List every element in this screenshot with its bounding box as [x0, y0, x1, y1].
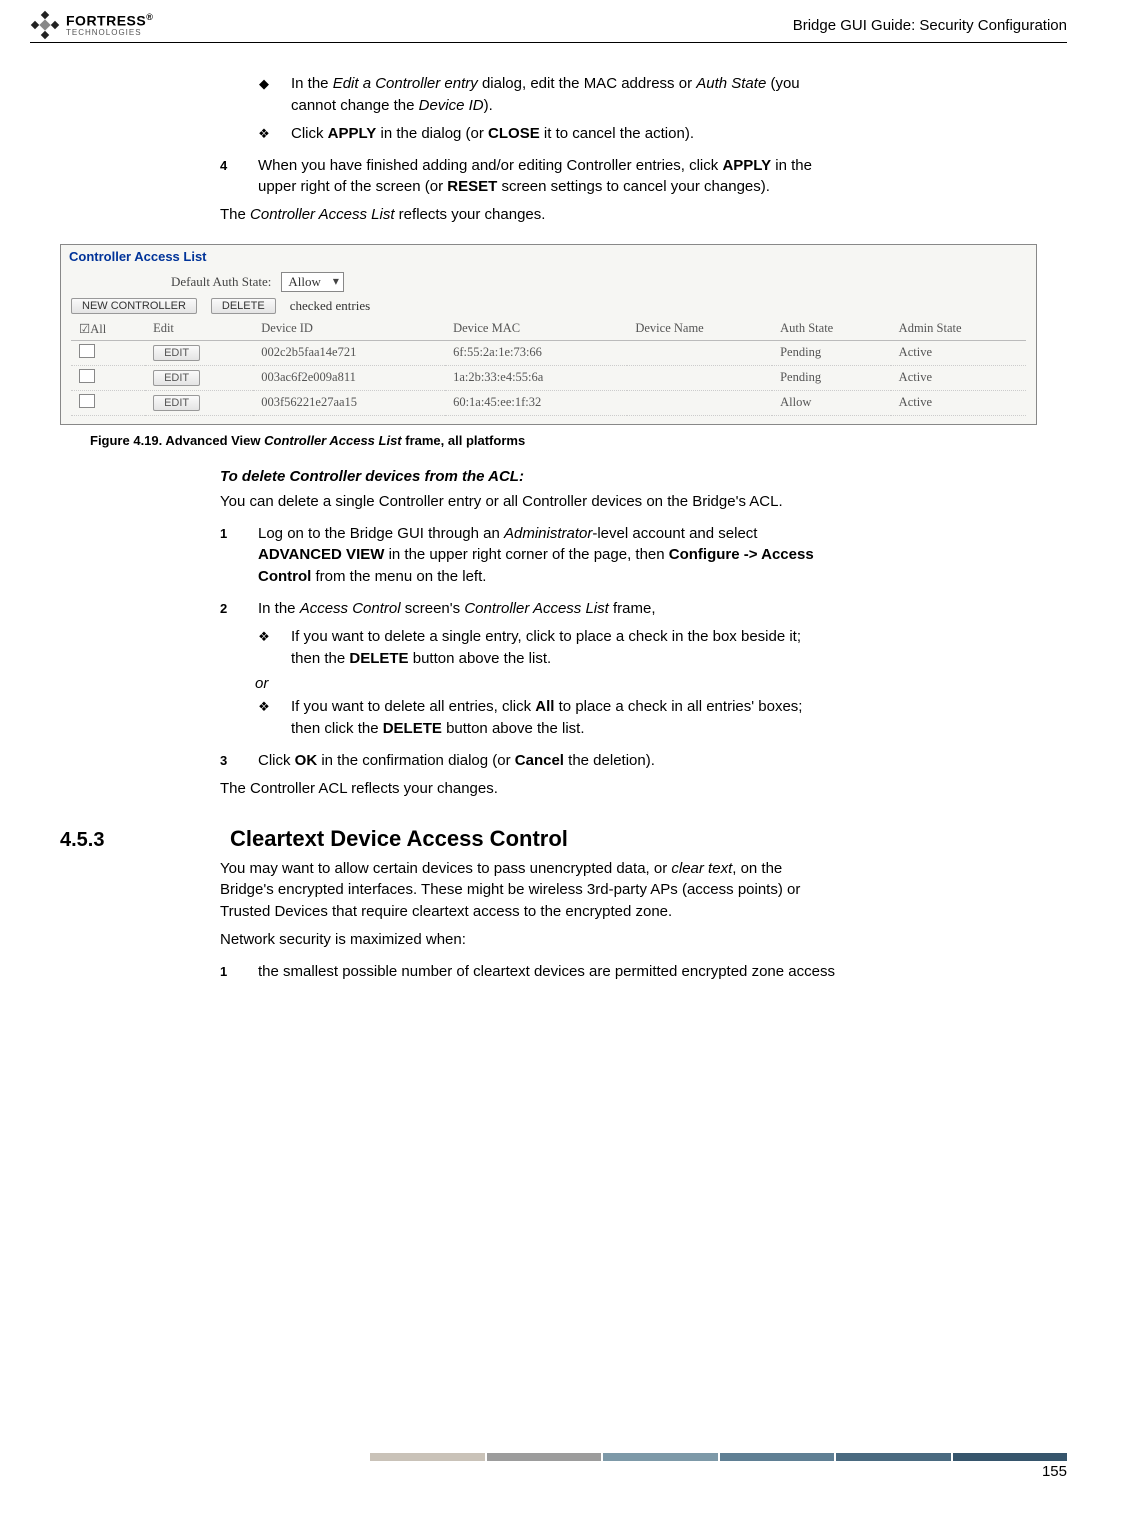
edit-button[interactable]: EDIT — [153, 345, 200, 361]
page-header: FORTRESS® TECHNOLOGIES Bridge GUI Guide:… — [30, 10, 1067, 43]
list-text: the smallest possible number of cleartex… — [258, 961, 840, 983]
edit-button[interactable]: EDIT — [153, 395, 200, 411]
col-edit: Edit — [145, 318, 253, 341]
cell-device-id: 003ac6f2e009a811 — [253, 365, 445, 390]
paragraph: The Controller Access List reflects your… — [220, 204, 820, 226]
diamond-outline-bullet-icon: ❖ — [255, 626, 273, 670]
step-text: In the Access Control screen's Controlle… — [258, 598, 820, 620]
col-auth-state: Auth State — [772, 318, 891, 341]
col-device-name: Device Name — [627, 318, 772, 341]
cell-admin-state: Active — [891, 365, 1026, 390]
cell-admin-state: Active — [891, 390, 1026, 415]
list-number: 1 — [220, 961, 238, 983]
table-row: EDIT 003ac6f2e009a811 1a:2b:33:e4:55:6a … — [71, 365, 1026, 390]
cell-auth-state: Pending — [772, 340, 891, 365]
brand-logo: FORTRESS® TECHNOLOGIES — [30, 10, 153, 40]
page-footer: 155 — [30, 1453, 1067, 1480]
task-heading: To delete Controller devices from the AC… — [220, 468, 820, 485]
bullet-text: If you want to delete all entries, click… — [291, 696, 820, 740]
col-device-id: Device ID — [253, 318, 445, 341]
header-title: Bridge GUI Guide: Security Configuration — [793, 17, 1067, 34]
section-heading: 4.5.3 Cleartext Device Access Control — [30, 826, 1067, 852]
bullet-text: In the Edit a Controller entry dialog, e… — [291, 73, 820, 117]
brand-sub: TECHNOLOGIES — [66, 28, 153, 37]
col-admin-state: Admin State — [891, 318, 1026, 341]
step-number: 3 — [220, 750, 238, 772]
bullet-item: ◆ In the Edit a Controller entry dialog,… — [255, 73, 820, 117]
cell-device-mac: 60:1a:45:ee:1f:32 — [445, 390, 627, 415]
figure-caption: Figure 4.19. Advanced View Controller Ac… — [90, 433, 1067, 448]
col-all[interactable]: ☑All — [71, 318, 145, 341]
bullet-item: ❖ If you want to delete all entries, cli… — [255, 696, 820, 740]
cell-device-id: 002c2b5faa14e721 — [253, 340, 445, 365]
paragraph: You may want to allow certain devices to… — [220, 858, 840, 923]
fortress-logo-icon — [30, 10, 60, 40]
table-header-row: ☑All Edit Device ID Device MAC Device Na… — [71, 318, 1026, 341]
default-auth-select[interactable]: Allow — [281, 272, 344, 292]
delete-button[interactable]: DELETE — [211, 298, 276, 314]
default-auth-label: Default Auth State: — [171, 274, 271, 290]
cell-admin-state: Active — [891, 340, 1026, 365]
paragraph: The Controller ACL reflects your changes… — [220, 778, 820, 800]
list-item-1: 1 the smallest possible number of cleart… — [220, 961, 840, 983]
step-4: 4 When you have finished adding and/or e… — [220, 155, 820, 199]
diamond-outline-bullet-icon: ❖ — [255, 696, 273, 740]
step-2: 2 In the Access Control screen's Control… — [220, 598, 820, 620]
step-number: 1 — [220, 523, 238, 588]
row-checkbox[interactable] — [79, 344, 95, 358]
table-row: EDIT 002c2b5faa14e721 6f:55:2a:1e:73:66 … — [71, 340, 1026, 365]
cell-auth-state: Pending — [772, 365, 891, 390]
brand-name: FORTRESS® — [66, 13, 153, 28]
bullet-text: If you want to delete a single entry, cl… — [291, 626, 820, 670]
step-text: Log on to the Bridge GUI through an Admi… — [258, 523, 820, 588]
section-number: 4.5.3 — [60, 829, 190, 852]
step-number: 4 — [220, 155, 238, 199]
col-device-mac: Device MAC — [445, 318, 627, 341]
checked-entries-label: checked entries — [290, 298, 370, 314]
cell-device-mac: 6f:55:2a:1e:73:66 — [445, 340, 627, 365]
page-number: 155 — [30, 1463, 1067, 1480]
diamond-outline-bullet-icon: ❖ — [255, 123, 273, 145]
section-title: Cleartext Device Access Control — [230, 826, 568, 852]
bullet-item: ❖ If you want to delete a single entry, … — [255, 626, 820, 670]
row-checkbox[interactable] — [79, 394, 95, 408]
cell-auth-state: Allow — [772, 390, 891, 415]
step-1: 1 Log on to the Bridge GUI through an Ad… — [220, 523, 820, 588]
bullet-item: ❖ Click APPLY in the dialog (or CLOSE it… — [255, 123, 820, 145]
row-checkbox[interactable] — [79, 369, 95, 383]
footer-bars-icon — [370, 1453, 1067, 1461]
step-text: When you have finished adding and/or edi… — [258, 155, 820, 199]
step-text: Click OK in the confirmation dialog (or … — [258, 750, 820, 772]
cell-device-mac: 1a:2b:33:e4:55:6a — [445, 365, 627, 390]
paragraph: You can delete a single Controller entry… — [220, 491, 820, 513]
fieldset-legend: Controller Access List — [69, 249, 1028, 264]
controller-access-list-screenshot: Controller Access List Default Auth Stat… — [60, 244, 1037, 425]
table-row: EDIT 003f56221e27aa15 60:1a:45:ee:1f:32 … — [71, 390, 1026, 415]
step-number: 2 — [220, 598, 238, 620]
controller-table: ☑All Edit Device ID Device MAC Device Na… — [71, 318, 1026, 416]
bullet-text: Click APPLY in the dialog (or CLOSE it t… — [291, 123, 820, 145]
paragraph: Network security is maximized when: — [220, 929, 840, 951]
edit-button[interactable]: EDIT — [153, 370, 200, 386]
new-controller-button[interactable]: NEW CONTROLLER — [71, 298, 197, 314]
or-separator: or — [255, 675, 820, 692]
step-3: 3 Click OK in the confirmation dialog (o… — [220, 750, 820, 772]
cell-device-id: 003f56221e27aa15 — [253, 390, 445, 415]
diamond-bullet-icon: ◆ — [255, 73, 273, 117]
